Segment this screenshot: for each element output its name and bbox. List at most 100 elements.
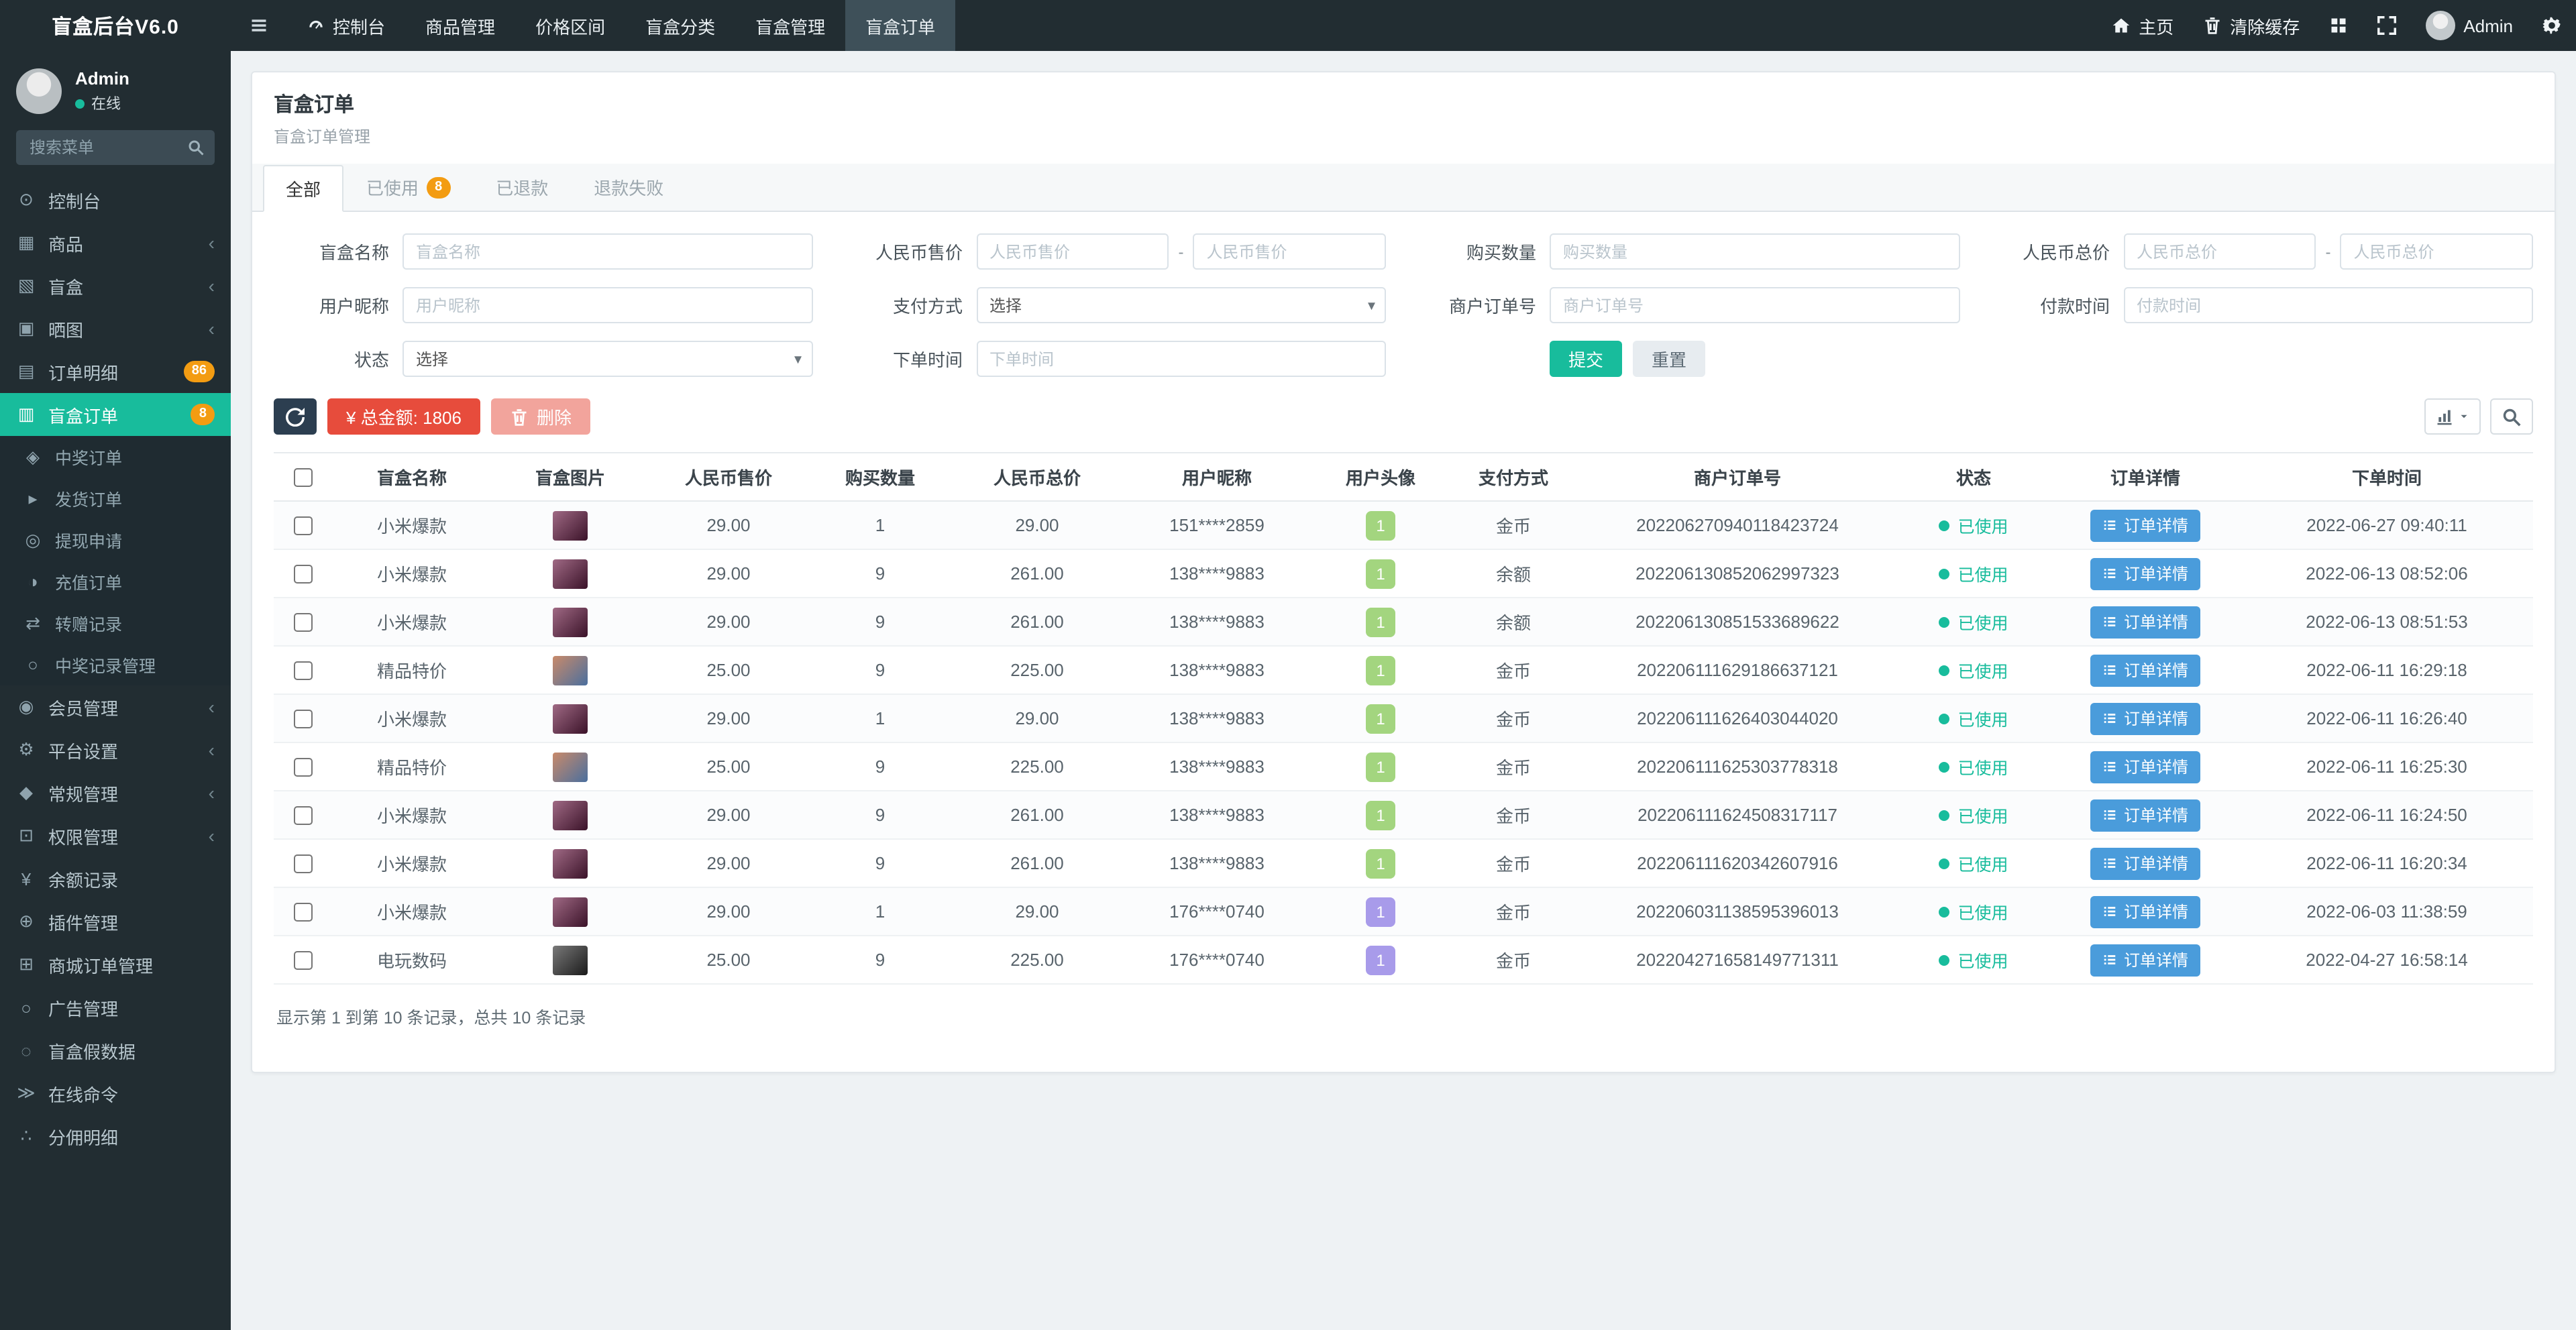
cell-order-no: 202206111626403044020 [1578, 694, 1897, 742]
sidebar-item[interactable]: ◑充值订单 [0, 561, 231, 602]
status-label: 已使用 [1957, 802, 2008, 828]
order-detail-button[interactable]: 订单详情 [2090, 799, 2200, 831]
row-checkbox[interactable] [294, 614, 313, 632]
order-detail-button[interactable]: 订单详情 [2090, 509, 2200, 541]
list-icon [2102, 856, 2117, 871]
sidebar-item[interactable]: ¥余额记录 [0, 857, 231, 900]
order-detail-button[interactable]: 订单详情 [2090, 751, 2200, 783]
pay-time-input[interactable] [2123, 287, 2533, 323]
fullscreen-button[interactable] [2363, 0, 2411, 51]
settings-button[interactable] [2528, 0, 2576, 51]
sidebar-item[interactable]: ○广告管理 [0, 986, 231, 1029]
sidebar-item[interactable]: ◆常规管理‹ [0, 771, 231, 814]
user-menu[interactable]: Admin [2411, 0, 2528, 51]
delete-button[interactable]: 删除 [491, 398, 590, 435]
row-checkbox[interactable] [294, 517, 313, 536]
menu-search-input[interactable] [16, 130, 177, 165]
row-checkbox[interactable] [294, 565, 313, 584]
order-detail-button[interactable]: 订单详情 [2090, 847, 2200, 879]
sidebar-item[interactable]: ⊞商城订单管理 [0, 943, 231, 986]
row-checkbox[interactable] [294, 952, 313, 971]
home-link[interactable]: 主页 [2097, 0, 2188, 51]
sidebar-item[interactable]: ◌盲盒假数据 [0, 1029, 231, 1072]
tab[interactable]: 已退款 [473, 164, 571, 211]
row-checkbox[interactable] [294, 903, 313, 922]
sidebar-item[interactable]: ◈中奖订单 [0, 436, 231, 478]
sidebar-item[interactable]: ⇄转赠记录 [0, 602, 231, 644]
tab[interactable]: 全部 [263, 165, 343, 212]
sidebar-item[interactable]: ⊡权限管理‹ [0, 814, 231, 857]
order-no-input[interactable] [1550, 287, 1960, 323]
sidebar-toggle-button[interactable] [231, 0, 287, 51]
refresh-button[interactable] [274, 398, 317, 435]
sidebar-item[interactable]: ▥盲盒订单8 [0, 393, 231, 436]
row-checkbox[interactable] [294, 807, 313, 826]
price-min-input[interactable] [976, 233, 1169, 270]
row-checkbox[interactable] [294, 710, 313, 729]
sidebar-item[interactable]: ◉会员管理‹ [0, 685, 231, 728]
product-image [553, 897, 588, 926]
cell-checkbox [274, 549, 333, 598]
sidebar-item[interactable]: ▧盲盒‹ [0, 264, 231, 307]
tab[interactable]: 已使用8 [343, 164, 473, 211]
row-checkbox[interactable] [294, 662, 313, 681]
sidebar-item[interactable]: ▤订单明细86 [0, 350, 231, 393]
sidebar-item[interactable]: ⚙平台设置‹ [0, 728, 231, 771]
list-icon [2102, 759, 2117, 774]
sidebar-item[interactable]: ≫在线命令 [0, 1072, 231, 1115]
sidebar-item[interactable]: ○中奖记录管理 [0, 644, 231, 685]
total-amount-button[interactable]: ¥ 总金额: 1806 [327, 398, 480, 435]
row-checkbox[interactable] [294, 855, 313, 874]
sidebar-item[interactable]: ∴分佣明细 [0, 1115, 231, 1158]
topnav-tab[interactable]: 价格区间 [515, 0, 625, 51]
topnav-tab[interactable]: 盲盒管理 [735, 0, 845, 51]
topnav-tab[interactable]: 盲盒订单 [845, 0, 955, 51]
topnav-tab[interactable]: 控制台 [287, 0, 405, 51]
sidebar-item[interactable]: ⊙控制台 [0, 178, 231, 221]
total-min-input[interactable] [2123, 233, 2316, 270]
export-button[interactable] [2424, 398, 2481, 435]
sidebar-item[interactable]: ⊕插件管理 [0, 900, 231, 943]
total-max-input[interactable] [2341, 233, 2534, 270]
status-select[interactable]: 选择 [402, 341, 812, 377]
filter-label: 支付方式 [847, 292, 963, 318]
tab[interactable]: 退款失败 [571, 164, 686, 211]
tab-label: 全部 [286, 176, 321, 201]
table-toolbar: ¥ 总金额: 1806 删除 [274, 398, 2533, 435]
menu-badge: 86 [184, 361, 215, 382]
filter-price-range: 人民币售价 - [847, 233, 1386, 270]
cell-create-time: 2022-06-27 09:40:11 [2241, 501, 2533, 549]
qty-input[interactable] [1550, 233, 1960, 270]
cell-box-name: 电玩数码 [333, 936, 491, 984]
filter-label: 购买数量 [1421, 239, 1536, 264]
row-checkbox[interactable] [294, 759, 313, 777]
pay-type-select[interactable]: 选择 [976, 287, 1386, 323]
box-name-input[interactable] [402, 233, 812, 270]
clear-cache-link[interactable]: 清除缓存 [2188, 0, 2314, 51]
order-detail-button[interactable]: 订单详情 [2090, 606, 2200, 638]
topnav-tab[interactable]: 盲盒分类 [625, 0, 735, 51]
apps-button[interactable] [2314, 0, 2363, 51]
sidebar-item[interactable]: ▣晒图‹ [0, 307, 231, 350]
sidebar-item[interactable]: ▦商品‹ [0, 221, 231, 264]
create-time-input[interactable] [976, 341, 1386, 377]
select-all-checkbox[interactable] [294, 469, 313, 488]
submit-button[interactable]: 提交 [1550, 341, 1622, 377]
nickname-input[interactable] [402, 287, 812, 323]
price-max-input[interactable] [1193, 233, 1387, 270]
order-detail-button[interactable]: 订单详情 [2090, 702, 2200, 734]
order-detail-button[interactable]: 订单详情 [2090, 895, 2200, 928]
topnav-tab[interactable]: 商品管理 [405, 0, 515, 51]
reset-button[interactable]: 重置 [1633, 341, 1705, 377]
order-detail-button[interactable]: 订单详情 [2090, 557, 2200, 590]
menu-label: 盲盒订单 [48, 402, 118, 427]
order-detail-button[interactable]: 订单详情 [2090, 944, 2200, 976]
menu-search-button[interactable] [177, 130, 215, 165]
menu-icon: ▥ [16, 404, 36, 425]
search-toggle-button[interactable] [2490, 398, 2533, 435]
order-detail-button[interactable]: 订单详情 [2090, 654, 2200, 686]
list-icon [2102, 904, 2117, 919]
sidebar-item[interactable]: ▸发货订单 [0, 478, 231, 519]
sidebar-item[interactable]: ◎提现申请 [0, 519, 231, 561]
sidebar-menu: ⊙控制台▦商品‹▧盲盒‹▣晒图‹▤订单明细86▥盲盒订单8◈中奖订单▸发货订单◎… [0, 178, 231, 1158]
